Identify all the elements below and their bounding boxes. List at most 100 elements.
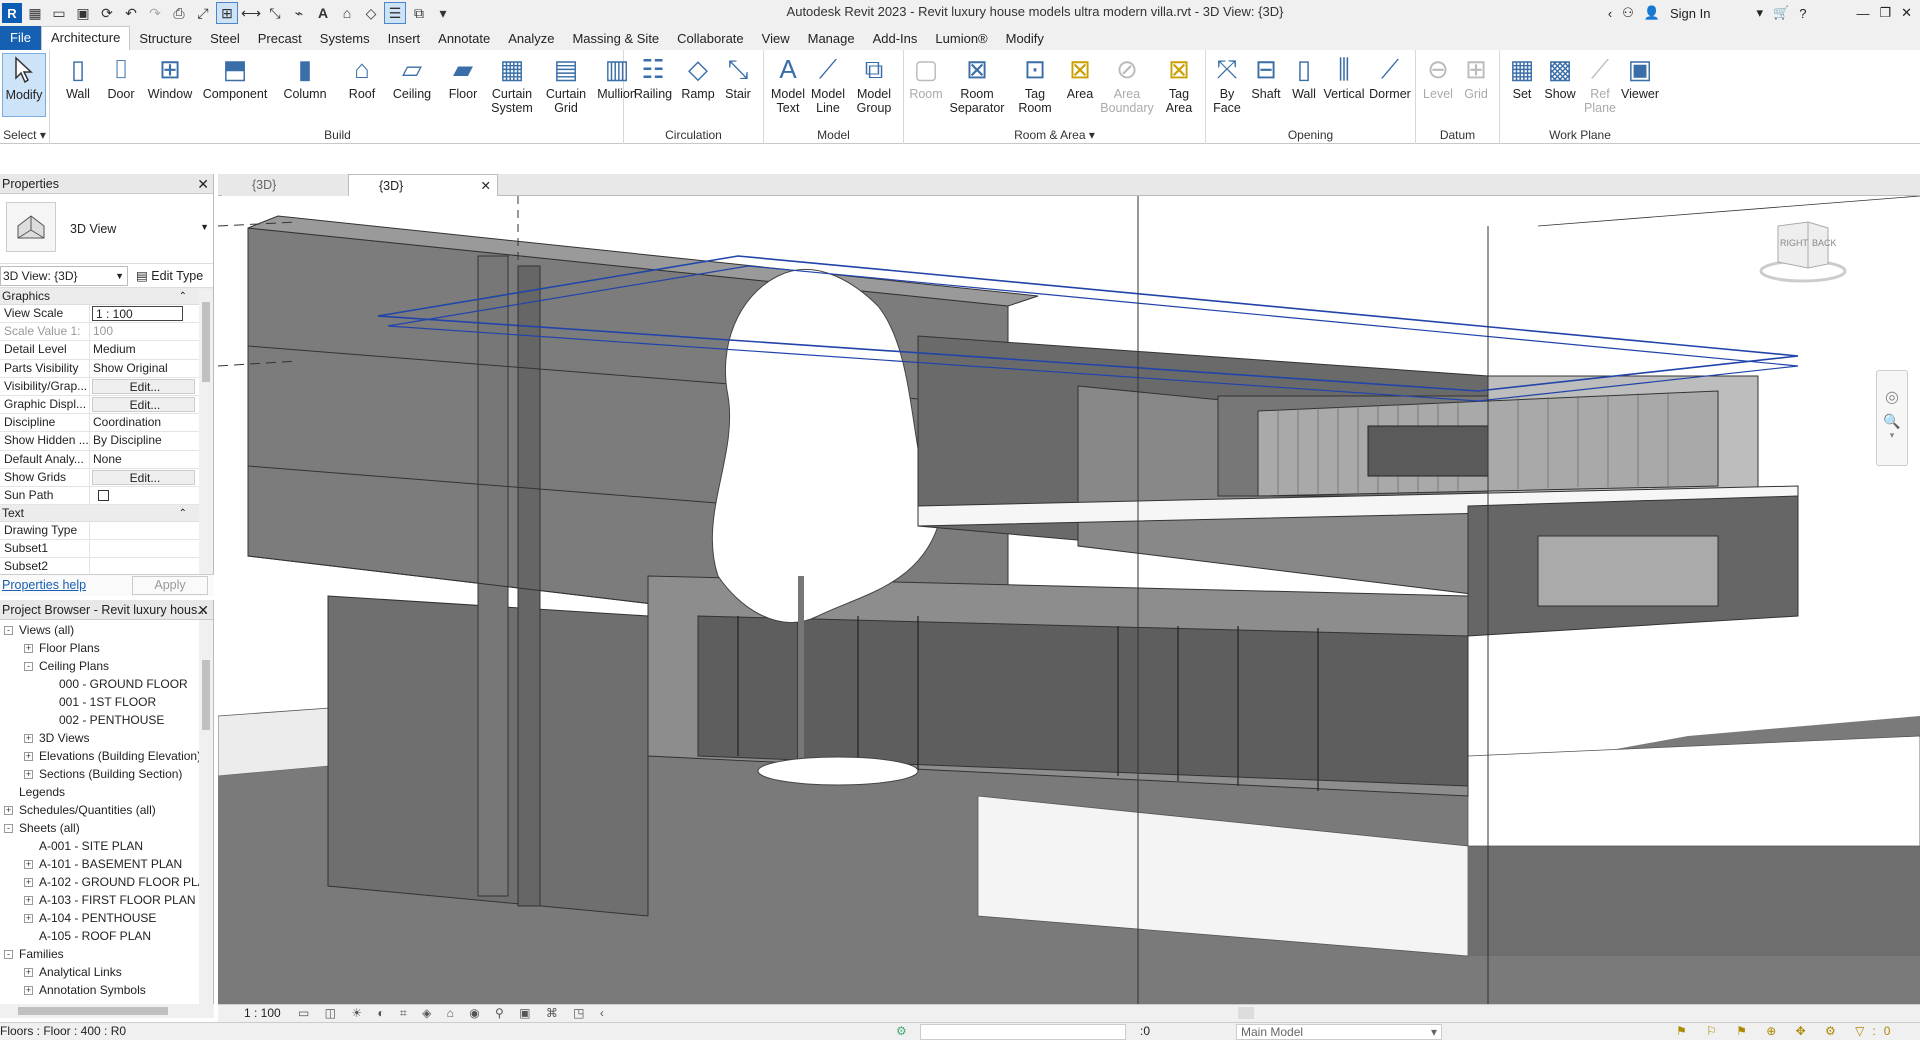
group-graphics[interactable]: Graphics ⌃ [0,288,213,305]
canvas-horizontal-scrollbar[interactable] [1238,1007,1254,1019]
tab-insert[interactable]: Insert [379,28,430,50]
edit-type-button[interactable]: ▤ Edit Type [136,266,203,286]
browser-node[interactable]: + Sections (Building Section) [24,765,182,783]
browser-node[interactable]: +3D Views [24,729,89,747]
3d-view-icon[interactable]: ⌂ [336,2,358,24]
room-area-room-separator-button[interactable]: ⊠ Room Separator [944,53,1010,115]
room-area-tag-room-button[interactable]: ⊡ Tag Room [1010,53,1060,115]
tab-precast[interactable]: Precast [249,28,311,50]
tab-annotate[interactable]: Annotate [429,28,499,50]
print-icon[interactable]: ⎙ [168,2,190,24]
prop-value-view-scale[interactable]: 1 : 100 [92,306,183,322]
browser-node[interactable]: 000 - GROUND FLOOR [44,675,188,693]
tab-add-ins[interactable]: Add-Ins [864,28,927,50]
datum-grid-button[interactable]: ⊞ Grid [1456,53,1496,101]
model-model-text-button[interactable]: A Model Text [768,53,808,115]
panel-title-select[interactable]: Select ▾ [0,128,49,142]
revit-logo-icon[interactable]: R [2,3,22,23]
work-plane-set-button[interactable]: ▦ Set [1504,53,1540,101]
tab-steel[interactable]: Steel [201,28,249,50]
save-icon[interactable]: ▣ [72,2,94,24]
prop-value-default-analy[interactable]: None [90,451,197,468]
selection-filter-icons[interactable]: ⚑ ⚐ ⚑ ⊕ ✥ ⚙ ▽:0 [1676,1023,1898,1039]
panel-title-room-area[interactable]: Room & Area ▾ [904,128,1205,142]
switch-windows-icon[interactable]: ⧉ [408,2,430,24]
back-icon[interactable]: ‹ [1608,6,1612,21]
steering-wheel-icon[interactable]: ◎ [1877,387,1907,407]
chevron-down-icon[interactable]: ▾ [1756,5,1763,21]
tag-icon[interactable]: ⌁ [288,2,310,24]
nav-dropdown-icon[interactable]: ▾ [1877,430,1907,441]
type-selector[interactable]: 3D View ▼ [0,194,213,264]
tree-node-icon[interactable] [24,932,33,941]
expand-icon[interactable]: + [24,896,33,906]
build-curtain-grid-button[interactable]: ▤ Curtain Grid [540,53,592,115]
properties-scrollbar[interactable] [199,290,213,588]
build-wall-button[interactable]: ▯ Wall [56,53,100,101]
expand-icon[interactable]: + [24,734,33,744]
prop-value-visibility-grap[interactable]: Edit... [92,378,195,394]
collapse-icon[interactable]: - [4,950,13,960]
view-control-icons[interactable]: ▭ ◫ ☀ ◐ ⌗ ◈ ⌂ ◉ ⚲ ▣ ⌘ ◳ ‹ [298,1005,610,1021]
expand-icon[interactable]: + [24,986,33,996]
collapse-icon[interactable]: - [4,626,13,636]
expand-icon[interactable]: + [24,770,33,780]
work-plane-show-button[interactable]: ▩ Show [1540,53,1580,101]
modify-button[interactable]: Modify [2,53,46,117]
tab-architecture[interactable]: Architecture [40,26,131,50]
model-model-group-button[interactable]: ⧉ Model Group [850,53,898,115]
expand-icon[interactable]: + [24,878,33,888]
help-icon[interactable]: ? [1799,6,1806,21]
browser-node[interactable]: 002 - PENTHOUSE [44,711,164,729]
browser-scrollbar[interactable] [199,620,213,1014]
undo-icon[interactable]: ↶ [120,2,142,24]
viewcube-right-face[interactable]: RIGHT [1780,238,1808,248]
tab-lumion[interactable]: Lumion® [926,28,996,50]
close-hidden-icon[interactable]: ☰ [384,2,406,24]
minimize-icon[interactable]: — [1856,6,1869,21]
build-column-button[interactable]: ▮ Column [274,53,336,101]
properties-help-link[interactable]: Properties help [2,578,86,592]
browser-node[interactable]: + A-102 - GROUND FLOOR PLAN [24,873,213,891]
build-curtain-system-button[interactable]: ▦ Curtain System [484,53,540,115]
binoculars-icon[interactable]: ⚇ [1622,5,1634,21]
prop-value-subset1[interactable] [90,540,197,557]
browser-node[interactable]: Legends [4,783,65,801]
apply-button[interactable]: Apply [132,576,208,595]
browser-node[interactable]: + A-104 - PENTHOUSE [24,909,156,927]
browser-node[interactable]: + Elevations (Building Elevation) [24,747,201,765]
browser-node[interactable]: 001 - 1ST FLOOR [44,693,156,711]
tab-collaborate[interactable]: Collaborate [668,28,753,50]
dimension-icon[interactable]: ⤡ [264,2,286,24]
prop-value-graphic-displ[interactable]: Edit... [92,396,195,413]
workset-select[interactable] [920,1024,1126,1040]
measure-icon[interactable]: ⟷ [240,2,262,24]
opening-dormer-button[interactable]: ⟋ Dormer [1366,53,1414,101]
circulation-ramp-button[interactable]: ◇ Ramp [678,53,718,101]
tab-massing-site[interactable]: Massing & Site [563,28,668,50]
tab-manage[interactable]: Manage [799,28,864,50]
restore-icon[interactable]: ❐ [1879,5,1891,21]
prop-value-discipline[interactable]: Coordination [90,414,197,431]
browser-node[interactable]: - Views (all) [4,621,74,639]
work-plane-ref-plane-button[interactable]: ⟋ Ref Plane [1580,53,1620,115]
build-roof-button[interactable]: ⌂ Roof [340,53,384,101]
build-component-button[interactable]: ⬒ Component [192,53,278,101]
sign-in-link[interactable]: Sign In [1670,6,1710,21]
browser-node[interactable]: - Sheets (all) [4,819,80,837]
tab-view[interactable]: View [753,28,799,50]
section-icon[interactable]: ◇ [360,2,382,24]
circulation-railing-button[interactable]: ☷ Railing [628,53,678,101]
modify-icon[interactable]: ⤢ [192,2,214,24]
work-plane-viewer-button[interactable]: ▣ Viewer [1620,53,1660,101]
text-icon[interactable]: A [312,2,334,24]
view-instance-select[interactable]: 3D View: {3D} ▼ [0,266,128,286]
browser-node[interactable]: A-105 - ROOF PLAN [24,927,151,945]
expand-icon[interactable]: + [24,860,33,870]
build-door-button[interactable]: ⌷ Door [100,53,142,101]
open-icon[interactable]: ▭ [48,2,70,24]
room-area-room-button[interactable]: ▢ Room [904,53,948,101]
browser-node[interactable]: + A-103 - FIRST FLOOR PLAN [24,891,196,909]
tab-3d-inactive[interactable]: {3D} [222,174,352,196]
cart-icon[interactable]: 🛒 [1773,5,1789,21]
